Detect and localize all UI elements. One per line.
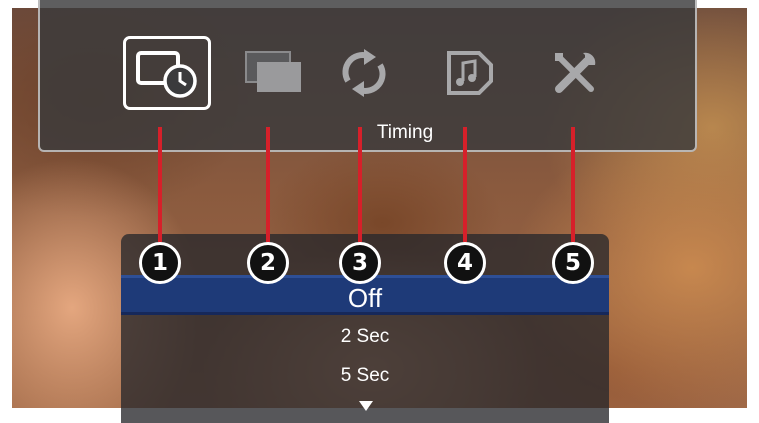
timing-button[interactable] (123, 36, 211, 110)
menu-option-2-sec[interactable]: 2 Sec (121, 326, 609, 348)
callout-line (158, 127, 162, 242)
callout-4: 4 (444, 242, 486, 284)
settings-button[interactable] (531, 36, 619, 110)
callout-line (358, 127, 362, 242)
callout-line (266, 127, 270, 242)
callout-1: 1 (139, 242, 181, 284)
music-icon (447, 51, 493, 95)
callout-5: 5 (552, 242, 594, 284)
callout-line (571, 127, 575, 242)
settings-icon (555, 52, 596, 93)
callout-3: 3 (339, 242, 381, 284)
repeat-icon (342, 49, 386, 97)
transition-button[interactable] (230, 36, 318, 110)
music-button[interactable] (425, 36, 513, 110)
menu-option-5-sec[interactable]: 5 Sec (121, 365, 609, 387)
slideshow-toolbar: Timing (38, 0, 697, 152)
transition-icon (245, 51, 301, 92)
active-tab-label: Timing (376, 122, 434, 143)
scroll-down-arrow-icon[interactable] (359, 401, 373, 411)
repeat-button[interactable] (320, 36, 408, 110)
callout-line (463, 127, 467, 242)
callout-2: 2 (247, 242, 289, 284)
slideshow-timing-icon (136, 51, 197, 98)
